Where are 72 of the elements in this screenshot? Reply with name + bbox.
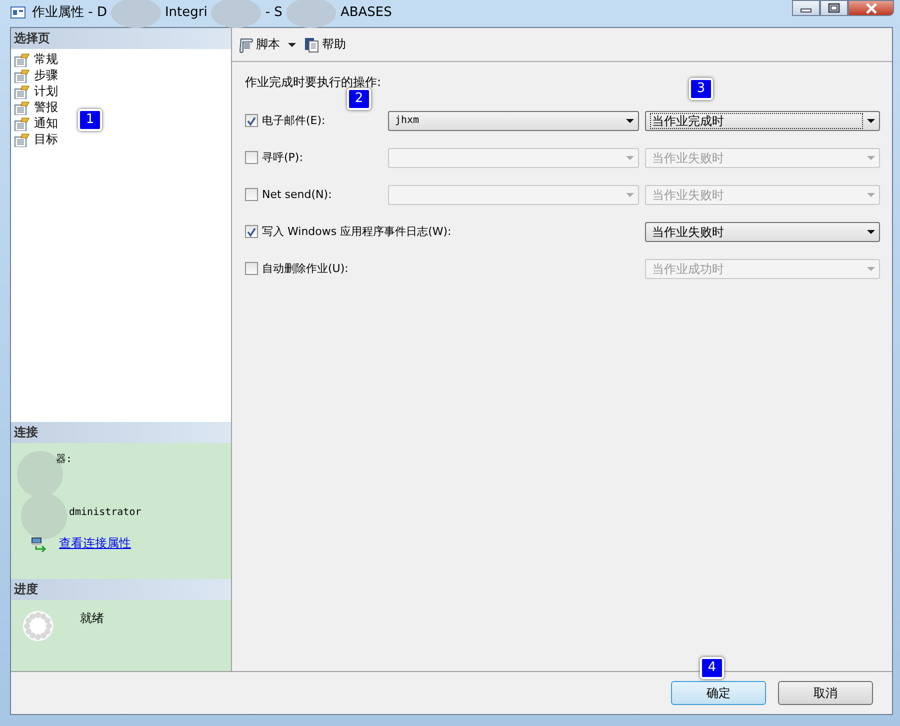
section-header: 进度 [11, 579, 231, 600]
page-icon [14, 68, 30, 82]
maximize-button[interactable] [820, 0, 848, 16]
connection-properties-link[interactable]: 查看连接属性 [59, 535, 131, 552]
annotation-badge: 3 [689, 78, 713, 100]
maximize-icon [828, 3, 840, 13]
dropdown-field[interactable] [388, 148, 639, 168]
caret-icon [626, 156, 634, 160]
caret-icon [867, 156, 875, 160]
page-item[interactable]: 步骤 [34, 66, 58, 84]
page-icon [14, 100, 30, 114]
option-label: 寻呼(P): [262, 150, 303, 165]
caret-icon [867, 192, 875, 196]
caret-icon [867, 118, 875, 122]
window-title: - S [265, 4, 282, 20]
caret-icon [867, 266, 875, 270]
page-icon [14, 84, 30, 98]
checkbox[interactable] [245, 262, 258, 275]
script-button[interactable]: 脚本 [238, 36, 280, 53]
annotation-badge: 2 [347, 88, 371, 110]
annotation-badge: 1 [78, 109, 102, 131]
page-icon [14, 52, 30, 66]
page-icon [14, 132, 30, 146]
window-title: Integri [164, 4, 208, 20]
dropdown-field[interactable]: 当作业失败时 [645, 222, 880, 242]
page-item[interactable]: 计划 [34, 82, 58, 100]
window-title: 作业属性 - D [32, 4, 107, 21]
caret-icon [288, 42, 296, 46]
checkbox[interactable] [245, 114, 258, 127]
window-title: ABASES [340, 4, 392, 20]
option-label: 自动删除作业(U): [262, 261, 348, 276]
window-icon [10, 4, 26, 20]
help-button[interactable]: 帮助 [304, 36, 346, 53]
page-item[interactable]: 常规 [34, 50, 58, 68]
page-item[interactable]: 目标 [34, 130, 58, 148]
section-header: 连接 [11, 422, 231, 443]
redaction-blot [286, 0, 336, 28]
checkbox[interactable] [245, 225, 258, 238]
dropdown-field[interactable] [388, 184, 639, 204]
user-name: dministrator [69, 507, 142, 518]
section-heading: 作业完成时要执行的操作: [245, 74, 382, 91]
caret-icon [626, 118, 634, 122]
ok-button[interactable]: 确定 [671, 681, 766, 705]
connection-icon [31, 535, 47, 552]
option-label: 电子邮件(E): [262, 113, 326, 128]
dropdown-field[interactable]: jhxm [388, 110, 639, 130]
server-label: 器: [56, 453, 72, 466]
redaction-blot [21, 493, 67, 539]
section-header: 选择页 [11, 28, 231, 49]
checkbox[interactable] [245, 188, 258, 201]
close-button[interactable] [848, 0, 894, 16]
redaction-blot [110, 0, 161, 28]
checkmark-icon [246, 226, 257, 236]
scroll-icon [238, 36, 254, 52]
page-item[interactable]: 警报 [34, 98, 58, 116]
close-icon [864, 2, 878, 14]
dropdown-field[interactable]: 当作业完成时 [645, 110, 880, 130]
page-item[interactable]: 通知 [34, 114, 58, 132]
annotation-badge: 4 [700, 657, 724, 679]
caret-icon [626, 192, 634, 196]
minimize-button[interactable] [792, 0, 820, 16]
page-icon [14, 116, 30, 130]
caret-icon [867, 230, 875, 234]
progress-status: 就绪 [80, 610, 104, 627]
help-book-icon [304, 36, 320, 52]
progress-spinner-icon [22, 610, 54, 642]
option-label: Net send(N): [262, 188, 332, 201]
redaction-blot [211, 0, 262, 28]
checkbox[interactable] [245, 151, 258, 164]
checkmark-icon [246, 116, 257, 126]
cancel-button[interactable]: 取消 [778, 681, 873, 705]
option-label: 写入 Windows 应用程序事件日志(W): [262, 224, 452, 239]
